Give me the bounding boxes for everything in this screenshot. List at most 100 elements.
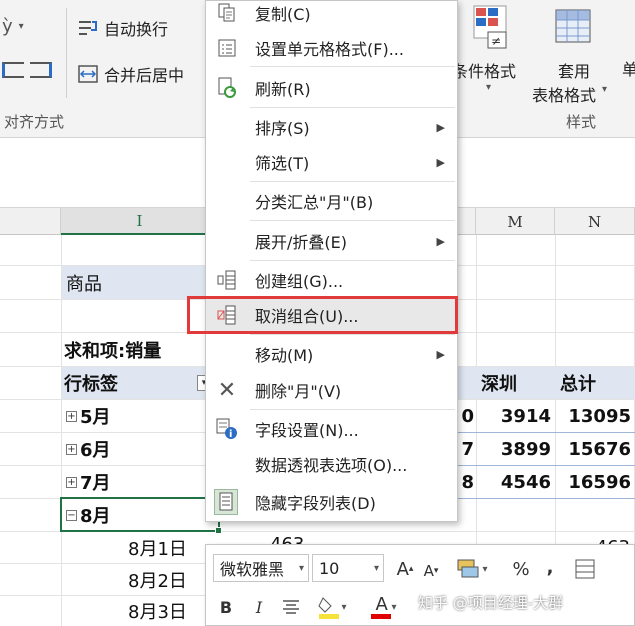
context-menu: 复制(C) 设置单元格格式(F)... 刷新(R) 排序(S) ▶ 筛选(T) … [205, 0, 458, 522]
bold-button[interactable]: B [216, 595, 236, 619]
font-color-button[interactable]: A ▾ [364, 593, 404, 621]
month-row-label[interactable]: + 6月 [66, 433, 111, 465]
menu-item-field-settings[interactable]: i 字段设置(N)... [206, 412, 457, 446]
menu-item-subtotal[interactable]: 分类汇总"月"(B) [206, 184, 457, 218]
format-as-table-button[interactable]: 套用 表格格式 ▾ [530, 4, 620, 105]
menu-item-refresh[interactable]: 刷新(R) [206, 71, 457, 105]
month-row-label[interactable]: + 7月 [66, 466, 111, 498]
fill-color-icon [318, 597, 340, 619]
accounting-format-button[interactable]: ▾ [452, 555, 492, 583]
cell-styles-button-partial[interactable]: 单 [622, 56, 635, 80]
wrap-text-label: 自动换行 [104, 20, 169, 39]
mini-toolbar: 微软雅黑 ▾ 10 ▾ A ▴ A ▾ ▾ % , B I ▾ A ▾ [205, 544, 635, 626]
copy-icon [216, 3, 238, 23]
menu-item-move[interactable]: 移动(M) ▶ [206, 337, 457, 371]
indent-buttons[interactable] [2, 62, 52, 78]
fill-color-button[interactable]: ▾ [312, 593, 352, 621]
menu-item-copy[interactable]: 复制(C) [206, 0, 457, 30]
accounting-format-icon [457, 559, 479, 578]
menu-item-expand-collapse[interactable]: 展开/折叠(E) ▶ [206, 224, 457, 258]
font-color-swatch [371, 614, 392, 619]
row-total-value: 13095 [568, 405, 631, 427]
row-labels-header[interactable]: 行标签 ▾ [62, 367, 212, 399]
expand-icon[interactable]: + [66, 410, 77, 422]
refresh-icon [216, 77, 238, 98]
expand-icon[interactable]: + [66, 476, 77, 488]
chevron-down-icon: ▾ [602, 84, 608, 95]
wrap-text-icon [78, 19, 98, 37]
align-center-icon [283, 600, 299, 614]
delete-x-icon: ✕ [217, 377, 237, 403]
row-total-value: 16596 [568, 471, 631, 493]
menu-item-format-cells[interactable]: 设置单元格格式(F)... [206, 31, 457, 65]
decrease-indent-icon[interactable] [2, 62, 24, 78]
grow-font-button[interactable]: A ▴ [394, 555, 416, 583]
increase-indent-icon[interactable] [30, 62, 52, 78]
align-center-button[interactable] [279, 595, 303, 619]
font-size-dropdown[interactable]: 10 ▾ [312, 554, 384, 582]
highlight-box [187, 296, 458, 334]
svg-text:i: i [229, 429, 232, 440]
conditional-format-button[interactable]: ≠ 条件格式 ▾ [452, 4, 530, 100]
field-list-icon [214, 489, 238, 515]
menu-item-filter[interactable]: 筛选(T) ▶ [206, 145, 457, 179]
format-cells-icon [216, 38, 238, 58]
submenu-arrow-icon: ▶ [436, 155, 445, 169]
shrink-font-button[interactable]: A ▾ [420, 557, 442, 585]
orientation-button[interactable]: ỳ ▾ [2, 16, 24, 37]
column-headers-shaded: 深圳 总计 [458, 367, 635, 399]
submenu-arrow-icon: ▶ [436, 120, 445, 134]
expand-icon[interactable]: + [66, 443, 77, 455]
menu-item-delete[interactable]: ✕ 删除"月"(V) [206, 373, 457, 407]
row-shenzhen-value: 3899 [500, 438, 551, 460]
chevron-down-icon: ▾ [486, 82, 492, 93]
product-filter-label[interactable]: 商品 [62, 266, 212, 299]
column-header-i[interactable]: I [61, 208, 219, 235]
row-shenzhen-value: 3914 [500, 405, 551, 427]
column-header-l[interactable] [458, 208, 476, 235]
menu-item-group[interactable]: 创建组(G)... [206, 263, 457, 297]
styles-group-label: 样式 [566, 113, 597, 131]
submenu-arrow-icon: ▶ [436, 234, 445, 248]
alignment-group-label: 对齐方式 [4, 113, 65, 131]
svg-text:≠: ≠ [491, 34, 501, 48]
menu-item-hide-field-list[interactable]: 隐藏字段列表(D) [206, 485, 457, 519]
row-partial-value: 8 [461, 471, 474, 493]
day-row-label[interactable]: 8月1日 [128, 532, 187, 563]
collapse-icon[interactable]: − [66, 509, 77, 521]
wrap-text-button[interactable]: 自动换行 [78, 16, 168, 40]
submenu-arrow-icon: ▶ [436, 347, 445, 361]
format-painter-button[interactable] [572, 555, 598, 583]
row-shenzhen-value: 4546 [500, 471, 551, 493]
month-row-label[interactable]: + 5月 [66, 400, 111, 432]
chevron-down-icon: ▾ [373, 562, 379, 574]
fill-handle[interactable] [215, 527, 222, 534]
column-header-h[interactable] [0, 208, 61, 235]
conditional-format-label: 条件格式 [452, 62, 517, 81]
comma-style-button[interactable]: , [542, 553, 558, 581]
month-row-label-selected[interactable]: − 8月 [66, 499, 111, 531]
column-header-n[interactable]: N [555, 208, 635, 235]
day-row-label[interactable]: 8月3日 [128, 596, 187, 626]
watermark-text: 知乎 @项目经理-大群 [418, 594, 564, 612]
total-header[interactable]: 总计 [560, 370, 596, 396]
menu-item-sort[interactable]: 排序(S) ▶ [206, 110, 457, 144]
merge-center-button[interactable]: 合并后居中 [78, 62, 184, 86]
format-as-table-icon [555, 9, 591, 43]
format-as-table-label-2: 表格格式 [532, 86, 597, 105]
group-icon [216, 270, 238, 290]
conditional-format-icon: ≠ [473, 5, 507, 49]
row-partial-value: 7 [461, 438, 474, 460]
shenzhen-header[interactable]: 深圳 [481, 370, 517, 396]
italic-button[interactable]: I [249, 595, 269, 619]
borders-icon [575, 559, 595, 579]
percent-style-button[interactable]: % [509, 555, 533, 583]
values-field-label[interactable]: 求和项:销量 [64, 333, 214, 366]
day-row-label[interactable]: 8月2日 [128, 564, 187, 595]
column-header-m[interactable]: M [476, 208, 555, 235]
menu-item-pivot-options[interactable]: 数据透视表选项(O)... [206, 447, 457, 481]
font-name-dropdown[interactable]: 微软雅黑 ▾ [213, 554, 309, 582]
chevron-down-icon: ▾ [298, 562, 304, 574]
merge-center-label: 合并后居中 [104, 66, 185, 85]
format-as-table-label-1: 套用 [558, 62, 591, 81]
